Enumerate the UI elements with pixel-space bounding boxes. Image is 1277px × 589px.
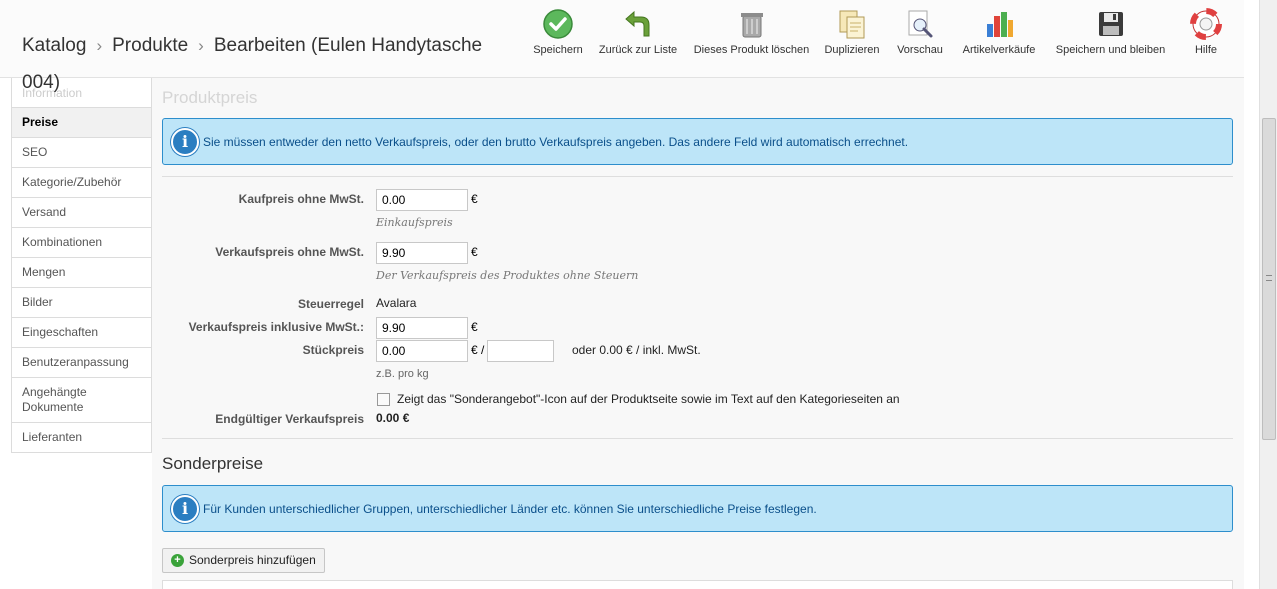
unit-price-incl-tax: oder 0.00 € / inkl. MwSt. <box>572 343 701 357</box>
purchase-price-hint: Einkaufspreis <box>376 216 453 229</box>
back-to-list-button[interactable]: Zurück zur Liste <box>597 8 679 68</box>
currency-symbol: € <box>471 192 478 206</box>
purchase-price-input[interactable] <box>376 189 468 211</box>
breadcrumb-item-edit: Bearbeiten (Eulen Handytasche <box>213 35 483 56</box>
special-prices-title: Sonderpreise <box>162 454 264 473</box>
plus-icon: + <box>171 554 184 567</box>
tab-features[interactable]: Eingeschaften <box>11 318 152 348</box>
help-label: Hilfe <box>1194 44 1217 56</box>
purchase-price-label: Kaufpreis ohne MwSt. <box>238 192 364 206</box>
delete-product-button[interactable]: Dieses Produkt löschen <box>693 8 810 68</box>
price-info-text: Sie müssen entweder den netto Verkaufspr… <box>203 135 909 149</box>
preview-button[interactable]: Vorschau <box>894 8 946 68</box>
unit-price-hint: z.B. pro kg <box>376 368 429 380</box>
tab-quantities[interactable]: Mengen <box>11 258 152 288</box>
final-price-label: Endgültiger Verkaufspreis <box>215 412 364 426</box>
duplicate-label: Duplizieren <box>824 44 880 56</box>
tab-customization[interactable]: Benutzeranpassung <box>11 348 152 378</box>
tab-prices[interactable]: Preise <box>11 108 152 138</box>
save-and-stay-label: Speichern und bleiben <box>1055 44 1166 56</box>
divider <box>162 176 1233 177</box>
tab-shipping[interactable]: Versand <box>11 198 152 228</box>
bar-chart-icon <box>987 12 1013 37</box>
product-price-title: Produktpreis <box>162 88 258 107</box>
special-info-box: i Für Kunden unterschiedlicher Gruppen, … <box>162 485 1233 532</box>
price-incl-tax-label: Verkaufspreis inklusive MwSt.: <box>188 320 364 334</box>
floppy-disk-icon <box>1098 12 1123 36</box>
unit-quantity-input[interactable] <box>487 340 554 362</box>
trash-icon <box>740 13 763 38</box>
tax-rule-value: Avalara <box>376 296 417 310</box>
special-offer-checkbox-label[interactable]: Zeigt das "Sonderangebot"-Icon auf der P… <box>397 392 900 406</box>
tab-suppliers[interactable]: Lieferanten <box>11 423 152 453</box>
breadcrumb-separator: › <box>198 36 204 55</box>
lifebuoy-icon <box>1190 8 1222 40</box>
product-sales-button[interactable]: Artikelverkäufe <box>960 8 1038 68</box>
unit-price-label: Stückpreis <box>302 343 364 357</box>
special-prices-table <box>162 580 1233 589</box>
unit-price-input[interactable] <box>376 340 468 362</box>
breadcrumb: Katalog › Produkte › Bearbeiten (Eulen Handy… <box>22 20 522 72</box>
currency-symbol: € <box>471 245 478 259</box>
currency-symbol: € <box>471 320 478 334</box>
vertical-scrollbar[interactable] <box>1259 0 1277 589</box>
tab-seo[interactable]: SEO <box>11 138 152 168</box>
delete-product-label: Dieses Produkt löschen <box>693 44 810 56</box>
tab-attachments[interactable]: Angehängte Dokumente <box>11 378 152 423</box>
info-icon: i <box>171 495 199 523</box>
page-title-continuation: 004) <box>22 72 61 93</box>
back-arrow-icon <box>625 10 650 37</box>
divider <box>162 438 1233 439</box>
final-price-value: 0.00 € <box>376 411 410 425</box>
add-special-price-label: Sonderpreis hinzufügen <box>189 553 316 567</box>
scrollbar-grip-icon <box>1266 275 1272 281</box>
save-button-label: Speichern <box>533 44 583 56</box>
tab-category-accessories[interactable]: Kategorie/Zubehör <box>11 168 152 198</box>
special-info-text: Für Kunden unterschiedlicher Gruppen, un… <box>203 502 817 516</box>
breadcrumb-item-catalog[interactable]: Katalog <box>22 35 86 56</box>
tax-rule-label: Steuerregel <box>297 297 364 311</box>
unit-price-separator: € / <box>471 343 485 357</box>
tab-images[interactable]: Bilder <box>11 288 152 318</box>
product-sales-label: Artikelverkäufe <box>962 44 1036 56</box>
special-offer-checkbox[interactable] <box>377 393 390 406</box>
breadcrumb-separator: › <box>96 36 103 55</box>
main-panel: Produktpreis i Sie müssen entweder den n… <box>152 78 1244 589</box>
sale-price-hint: Der Verkaufspreis des Produktes ohne Ste… <box>376 269 639 282</box>
save-button[interactable]: Speichern <box>531 8 585 68</box>
checkmark-icon <box>543 9 573 39</box>
product-tabs: Information Preise SEO Kategorie/Zubehör… <box>11 78 152 453</box>
help-button[interactable]: Hilfe <box>1186 8 1226 68</box>
duplicate-button[interactable]: Duplizieren <box>823 8 881 68</box>
back-to-list-label: Zurück zur Liste <box>598 44 678 56</box>
breadcrumb-item-products[interactable]: Produkte <box>112 35 188 56</box>
sale-price-input[interactable] <box>376 242 468 264</box>
info-icon: i <box>171 128 199 156</box>
preview-icon <box>908 10 933 38</box>
toolbar: Katalog › Produkte › Bearbeiten (Eulen Handy… <box>0 0 1244 78</box>
price-incl-tax-input[interactable] <box>376 317 468 339</box>
sale-price-label: Verkaufspreis ohne MwSt. <box>215 245 364 259</box>
add-special-price-button[interactable]: + Sonderpreis hinzufügen <box>162 548 325 573</box>
save-and-stay-button[interactable]: Speichern und bleiben <box>1055 8 1166 68</box>
duplicate-icon <box>839 10 865 39</box>
price-info-box: i Sie müssen entweder den netto Verkaufs… <box>162 118 1233 165</box>
tab-combinations[interactable]: Kombinationen <box>11 228 152 258</box>
preview-label: Vorschau <box>897 44 943 56</box>
scrollbar-thumb[interactable] <box>1262 118 1276 440</box>
